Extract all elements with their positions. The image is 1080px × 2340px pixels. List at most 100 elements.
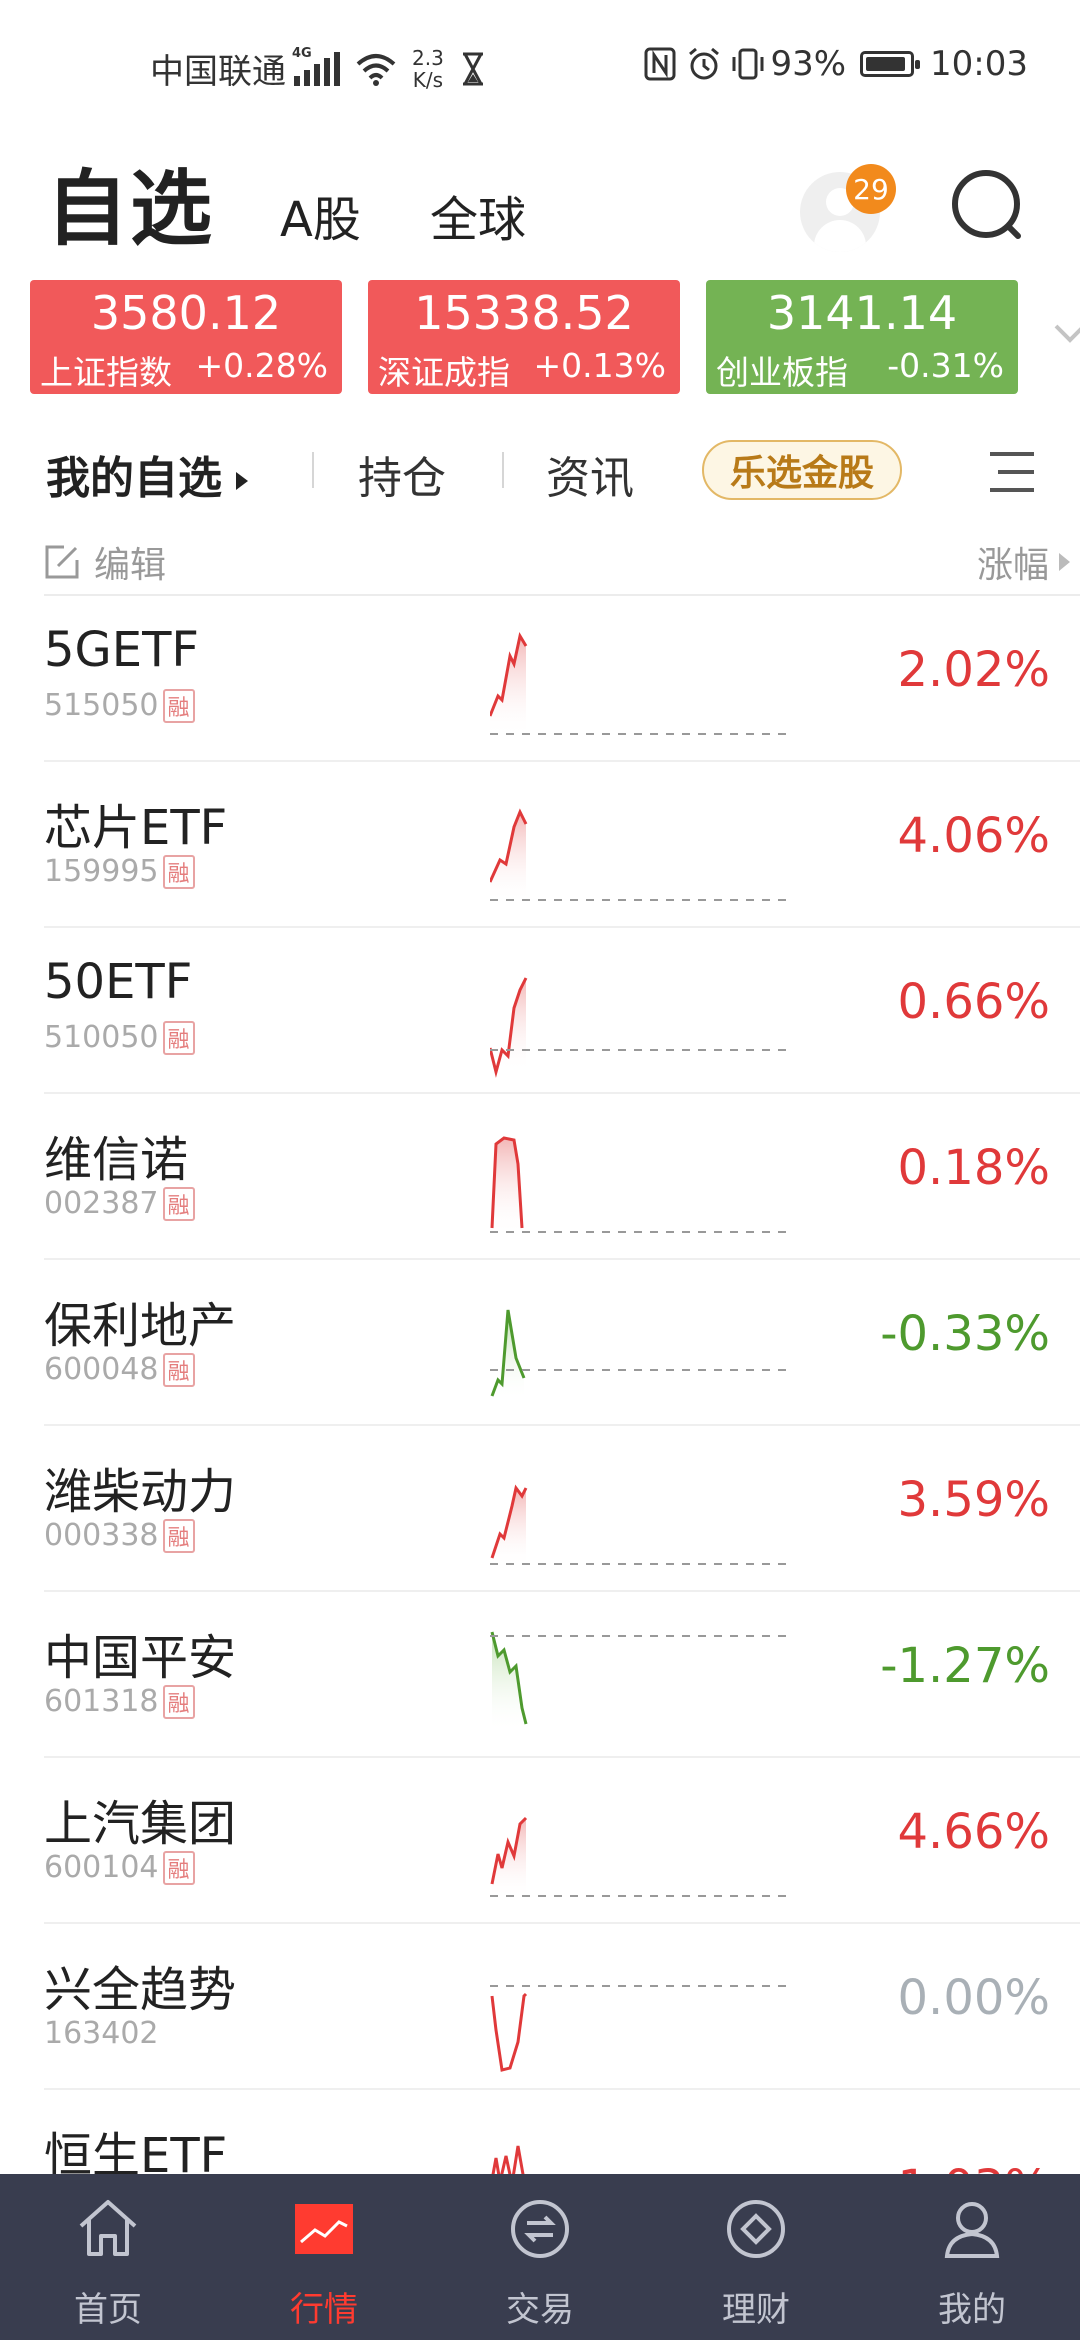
bottom-navigation: 首页 行情 交易 理财 我的 bbox=[0, 2174, 1080, 2340]
caret-right-icon bbox=[236, 472, 248, 490]
stock-code: 515050 bbox=[44, 688, 159, 723]
battery-icon bbox=[860, 51, 921, 77]
tab-a-shares[interactable]: A股 bbox=[280, 180, 361, 250]
intraday-sparkline bbox=[491, 2145, 525, 2174]
stock-code: 000338 bbox=[44, 1518, 159, 1553]
index-card-chinext[interactable]: 3141.14 创业板指 -0.31% bbox=[706, 280, 1018, 394]
divider bbox=[312, 452, 314, 488]
index-card-shanghai[interactable]: 3580.12 上证指数 +0.28% bbox=[30, 280, 342, 394]
stock-row[interactable]: 芯片ETF 159995 融 4.06% bbox=[44, 762, 1080, 928]
list-header: 编辑 涨幅 bbox=[44, 530, 1080, 596]
alarm-icon bbox=[689, 47, 720, 80]
nav-label: 首页 bbox=[74, 2290, 142, 2330]
nav-home[interactable]: 首页 bbox=[0, 2174, 216, 2340]
stock-code: 600104 bbox=[44, 1850, 159, 1885]
status-left: 中国联通 4G 2.3 K/s bbox=[150, 44, 486, 93]
stock-row[interactable]: 维信诺 002387 融 0.18% bbox=[44, 1094, 1080, 1260]
stock-code: 002387 bbox=[44, 1186, 159, 1221]
stock-row[interactable]: 潍柴动力 000338 融 3.59% bbox=[44, 1426, 1080, 1592]
change-percent: 3.59% bbox=[897, 1472, 1050, 1528]
tab-global[interactable]: 全球 bbox=[430, 180, 526, 250]
stock-name: 潍柴动力 bbox=[44, 1464, 237, 1520]
nav-label: 我的 bbox=[938, 2290, 1006, 2330]
nav-label: 行情 bbox=[290, 2290, 358, 2330]
nav-wealth[interactable]: 理财 bbox=[648, 2174, 864, 2340]
stock-picks-button[interactable]: 乐选金股 bbox=[702, 440, 902, 500]
change-percent: 1.03% bbox=[898, 2160, 1050, 2174]
change-column-label: 涨幅 bbox=[976, 545, 1049, 586]
intraday-sparkline bbox=[490, 1816, 790, 1898]
stock-name: 维信诺 bbox=[44, 1132, 189, 1188]
index-card-shenzhen[interactable]: 15338.52 深证成指 +0.13% bbox=[368, 280, 680, 394]
stock-name: 恒生ETF bbox=[44, 2128, 228, 2174]
stock-row[interactable]: 50ETF 510050 融 0.66% bbox=[44, 928, 1080, 1094]
stock-name: 保利地产 bbox=[44, 1298, 237, 1354]
tab-my-watchlist-label: 我的自选 bbox=[46, 453, 222, 504]
network-speed-value: 2.3 bbox=[412, 45, 444, 70]
market-indices: 3580.12 上证指数 +0.28% 15338.52 深证成指 +0.13%… bbox=[30, 280, 1080, 394]
chevron-down-icon[interactable] bbox=[1050, 318, 1080, 348]
margin-badge: 融 bbox=[162, 688, 195, 723]
hourglass-icon bbox=[462, 52, 483, 85]
search-icon[interactable] bbox=[948, 166, 1028, 246]
stock-row[interactable]: 保利地产 600048 融 -0.33% bbox=[44, 1260, 1080, 1426]
change-percent: 2.02% bbox=[897, 642, 1050, 698]
stock-name: 芯片ETF bbox=[44, 800, 228, 856]
tab-news[interactable]: 资讯 bbox=[546, 442, 634, 506]
wifi-icon bbox=[356, 53, 396, 86]
intraday-sparkline bbox=[490, 631, 790, 736]
nav-profile[interactable]: 我的 bbox=[864, 2174, 1080, 2340]
home-icon bbox=[79, 2200, 137, 2256]
intraday-sparkline bbox=[490, 1309, 790, 1400]
intraday-sparkline bbox=[490, 1136, 790, 1234]
status-bar: 中国联通 4G 2.3 K/s 93% 10:03 bbox=[0, 0, 1080, 130]
network-type-label: 4G bbox=[292, 45, 312, 61]
wealth-diamond-icon bbox=[727, 2200, 785, 2258]
change-percent: 0.66% bbox=[897, 974, 1050, 1030]
nav-trade[interactable]: 交易 bbox=[432, 2174, 648, 2340]
network-speed-unit: K/s bbox=[412, 67, 444, 92]
stock-row[interactable]: 5GETF 515050 融 2.02% bbox=[44, 596, 1080, 762]
margin-badge: 融 bbox=[162, 1020, 195, 1055]
stock-name: 50ETF bbox=[44, 954, 193, 1010]
notification-badge: 29 bbox=[846, 164, 896, 214]
menu-icon[interactable] bbox=[988, 450, 1036, 494]
cellular-signal-icon: 4G bbox=[292, 46, 340, 86]
page-title: 自选 bbox=[46, 162, 215, 257]
stock-row[interactable]: 兴全趋势 163402 0.00% bbox=[44, 1924, 1080, 2090]
margin-badge: 融 bbox=[162, 1352, 195, 1387]
stock-row[interactable]: 上汽集团 600104 融 4.66% bbox=[44, 1758, 1080, 1924]
sort-by-change[interactable]: 涨幅 bbox=[977, 536, 1070, 588]
index-change: +0.28% bbox=[195, 346, 328, 385]
stock-code: 510050 bbox=[44, 1020, 159, 1055]
edit-icon bbox=[45, 545, 79, 579]
sort-arrow-icon bbox=[1059, 553, 1070, 571]
network-speed: 2.3 K/s bbox=[412, 47, 444, 91]
profile-icon bbox=[944, 2202, 1000, 2258]
margin-badge: 融 bbox=[162, 1684, 195, 1719]
stock-code: 163402 bbox=[44, 2016, 159, 2051]
stock-row[interactable]: 中国平安 601318 融 -1.27% bbox=[44, 1592, 1080, 1758]
carrier-name: 中国联通 bbox=[150, 52, 286, 92]
divider bbox=[502, 452, 504, 488]
change-percent: 4.66% bbox=[897, 1804, 1050, 1860]
stock-row[interactable]: 恒生ETF 1.03% bbox=[44, 2090, 1080, 2174]
index-name: 深证成指 bbox=[378, 353, 510, 392]
tab-my-watchlist[interactable]: 我的自选 bbox=[46, 442, 248, 506]
stock-code: 601318 bbox=[44, 1684, 159, 1719]
stock-list: 5GETF 515050 融 2.02% 芯片ETF 159995 融 4.06… bbox=[0, 596, 1080, 2174]
index-value: 15338.52 bbox=[414, 286, 634, 340]
index-change: +0.13% bbox=[533, 346, 666, 385]
index-value: 3141.14 bbox=[766, 286, 958, 340]
stock-name: 上汽集团 bbox=[44, 1796, 237, 1852]
stock-name: 中国平安 bbox=[44, 1630, 237, 1686]
nfc-icon bbox=[644, 47, 676, 81]
stock-code: 159995 bbox=[44, 854, 159, 889]
margin-badge: 融 bbox=[162, 854, 195, 889]
margin-badge: 融 bbox=[162, 1850, 195, 1885]
nav-label: 理财 bbox=[722, 2290, 790, 2330]
edit-button[interactable]: 编辑 bbox=[44, 536, 166, 588]
tab-holdings[interactable]: 持仓 bbox=[358, 442, 446, 506]
stock-name: 兴全趋势 bbox=[44, 1962, 237, 2018]
nav-market[interactable]: 行情 bbox=[216, 2174, 432, 2340]
